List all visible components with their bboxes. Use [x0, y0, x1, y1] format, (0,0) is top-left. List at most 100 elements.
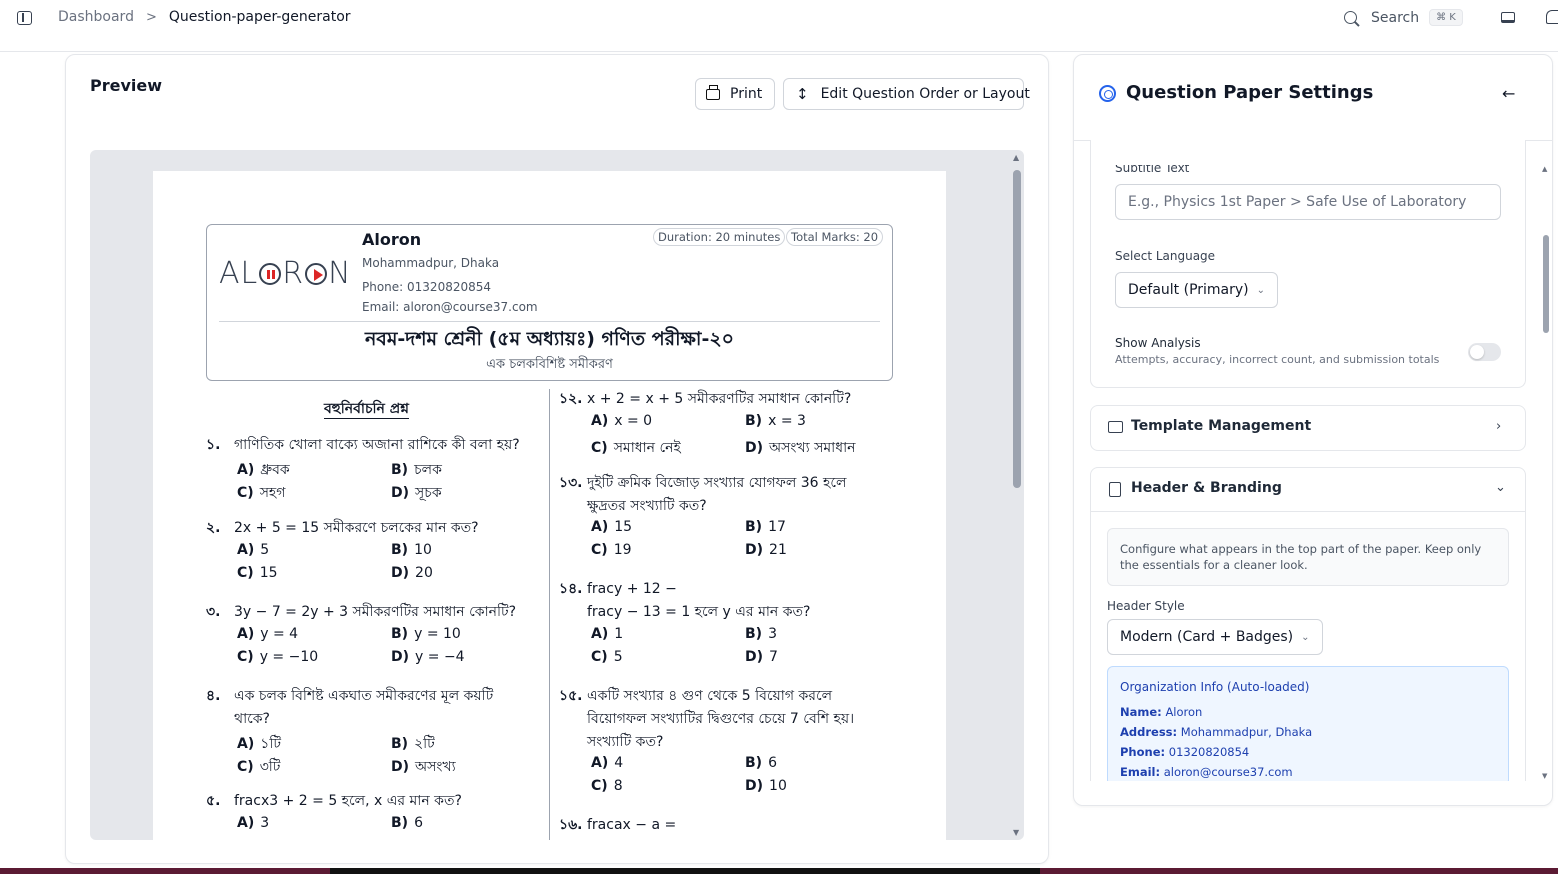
scroll-down-icon[interactable]: ▼: [1013, 828, 1019, 837]
question-continuation: বিয়োগফল সংখ্যাটির দ্বিগুণের চেয়ে 7 বেশ…: [587, 711, 855, 727]
option: C) সহগ: [237, 485, 286, 501]
option: A) 1: [591, 626, 624, 642]
question: ১৫. একটি সংখ্যার ৪ গুণ থেকে 5 বিয়োগ করলে: [559, 688, 833, 704]
print-button[interactable]: Print: [695, 78, 775, 110]
chevron-down-icon[interactable]: ⌄: [1495, 480, 1506, 495]
scrollbar-thumb[interactable]: [1543, 235, 1549, 333]
general-settings-panel: [1090, 140, 1526, 388]
total-marks-badge: Total Marks: 20: [786, 228, 884, 246]
language-select[interactable]: Default (Primary) ⌄: [1115, 272, 1279, 308]
option: A) 3: [237, 815, 270, 831]
header-branding-title[interactable]: Header & Branding: [1131, 480, 1282, 496]
option: C) 8: [591, 778, 623, 794]
scroll-clip: [1091, 141, 1525, 165]
preview-title: Preview: [90, 76, 163, 95]
arrows-up-down-icon: ↕: [796, 85, 809, 103]
subtitle-placeholder: E.g., Physics 1st Paper > Safe Use of La…: [1128, 194, 1467, 210]
settings-title: Question Paper Settings: [1126, 82, 1374, 103]
org-address: Mohammadpur, Dhaka: [362, 256, 500, 270]
option: A) 5: [237, 542, 270, 558]
organization-info-box: Organization Info (Auto-loaded) Name: Al…: [1107, 666, 1509, 786]
search-button[interactable]: Search ⌘ K: [1344, 9, 1463, 26]
option: C) সমাধান নেই: [591, 440, 681, 456]
settings-footer: [1074, 781, 1552, 805]
org-info-phone: Phone: 01320820854: [1120, 745, 1250, 759]
question: ৪. এক চলক বিশিষ্ট একঘাত সমীকরণের মূল কয়ট…: [206, 688, 494, 704]
question-continuation: ক্ষুদ্রতর সংখ্যাটি কত?: [587, 498, 707, 514]
taskbar: [0, 868, 1558, 874]
top-bar: Dashboard > Question-paper-generator Sea…: [0, 0, 1558, 37]
option: B) 17: [745, 519, 786, 535]
section-divider: [1091, 511, 1525, 512]
breadcrumb-current: Question-paper-generator: [168, 9, 351, 25]
option: B) 6: [391, 815, 423, 831]
option: B) x = 3: [745, 413, 806, 429]
option: B) 6: [745, 755, 777, 771]
option: B) ২টি: [391, 736, 435, 752]
header-info-note: Configure what appears in the top part o…: [1107, 528, 1509, 586]
option: A) 15: [591, 519, 633, 535]
print-label: Print: [730, 86, 763, 102]
question: ১৩. দুইটি ক্রমিক বিজোড় সংখ্যার যোগফল 36 …: [559, 475, 847, 491]
edit-layout-button[interactable]: ↕ Edit Question Order or Layout: [783, 78, 1030, 110]
breadcrumb-dashboard[interactable]: Dashboard: [58, 9, 134, 25]
option: C) 5: [591, 649, 623, 665]
option: D) অসংখ্য সমাধান: [745, 440, 856, 456]
search-shortcut: ⌘ K: [1429, 9, 1463, 26]
arrow-left-icon[interactable]: ←: [1502, 84, 1515, 103]
subtitle-input[interactable]: E.g., Physics 1st Paper > Safe Use of La…: [1115, 184, 1501, 220]
analysis-description: Attempts, accuracy, incorrect count, and…: [1115, 353, 1440, 366]
settings-scrollbar[interactable]: ▲ ▼: [1541, 165, 1551, 780]
duration-badge: Duration: 20 minutes: [653, 228, 786, 246]
template-management-title: Template Management: [1131, 418, 1312, 434]
option: C) 15: [237, 565, 278, 581]
chevron-right-icon: ›: [1496, 419, 1502, 434]
laptop-icon[interactable]: [1501, 12, 1515, 23]
scroll-up-icon[interactable]: ▲: [1013, 153, 1019, 162]
header-style-label: Header Style: [1107, 599, 1185, 613]
org-name: Aloron: [362, 230, 422, 249]
scrollbar-thumb[interactable]: [1013, 170, 1021, 488]
option: D) 10: [745, 778, 787, 794]
org-info-title: Organization Info (Auto-loaded): [1120, 680, 1310, 694]
edit-layout-label: Edit Question Order or Layout: [820, 86, 1030, 102]
analysis-label: Show Analysis: [1115, 336, 1201, 350]
exam-title: নবম-দশম শ্রেনী (৫ম অধ্যায়ঃ) গণিত পরীক্ষ…: [364, 328, 735, 350]
org-phone: Phone: 01320820854: [362, 280, 492, 294]
option: D) y = −4: [391, 649, 465, 665]
option: C) ৩টি: [237, 759, 281, 775]
divider: [0, 51, 1558, 52]
option: D) 21: [745, 542, 787, 558]
bell-icon[interactable]: [1546, 10, 1558, 24]
option: A) ১টি: [237, 736, 281, 752]
option: B) 10: [391, 542, 432, 558]
option: A) 4: [591, 755, 624, 771]
question-continuation: সংখ্যাটি কত?: [587, 734, 664, 750]
sidebar-toggle-icon[interactable]: [17, 11, 32, 25]
option: D) 20: [391, 565, 433, 581]
show-analysis-toggle[interactable]: [1468, 343, 1501, 361]
org-email: Email: aloron@course37.com: [362, 300, 538, 314]
option: A) x = 0: [591, 413, 653, 429]
question: ৫. fracx3 + 2 = 5 হলে, x এর মান কত?: [206, 793, 462, 809]
question: ৩. 3y − 7 = 2y + 3 সমীকরণটির সমাধান কোনটি…: [206, 604, 517, 620]
gear-icon: [1099, 85, 1116, 102]
header-style-select[interactable]: Modern (Card + Badges) ⌄: [1107, 619, 1323, 655]
viewer-scrollbar[interactable]: ▲ ▼: [1010, 150, 1024, 840]
option: A) y = 4: [237, 626, 299, 642]
folder-icon: [1108, 421, 1123, 433]
scroll-down-icon[interactable]: ▼: [1542, 772, 1547, 780]
breadcrumb: Dashboard > Question-paper-generator: [58, 9, 351, 25]
chevron-down-icon: ⌄: [1301, 631, 1310, 643]
question: ১২. x + 2 = x + 5 সমীকরণটির সমাধান কোনটি?: [559, 391, 852, 407]
language-label: Select Language: [1115, 249, 1216, 263]
org-info-email: Email: aloron@course37.com: [1120, 765, 1293, 779]
column-divider: [549, 389, 550, 840]
search-label: Search: [1371, 9, 1420, 26]
option: C) y = −10: [237, 649, 319, 665]
option: D) 7: [745, 649, 778, 665]
option: A) ধ্রুবক: [237, 462, 290, 478]
scroll-up-icon[interactable]: ▲: [1542, 165, 1547, 173]
search-icon: [1344, 11, 1357, 24]
option: B) চলক: [391, 462, 442, 478]
